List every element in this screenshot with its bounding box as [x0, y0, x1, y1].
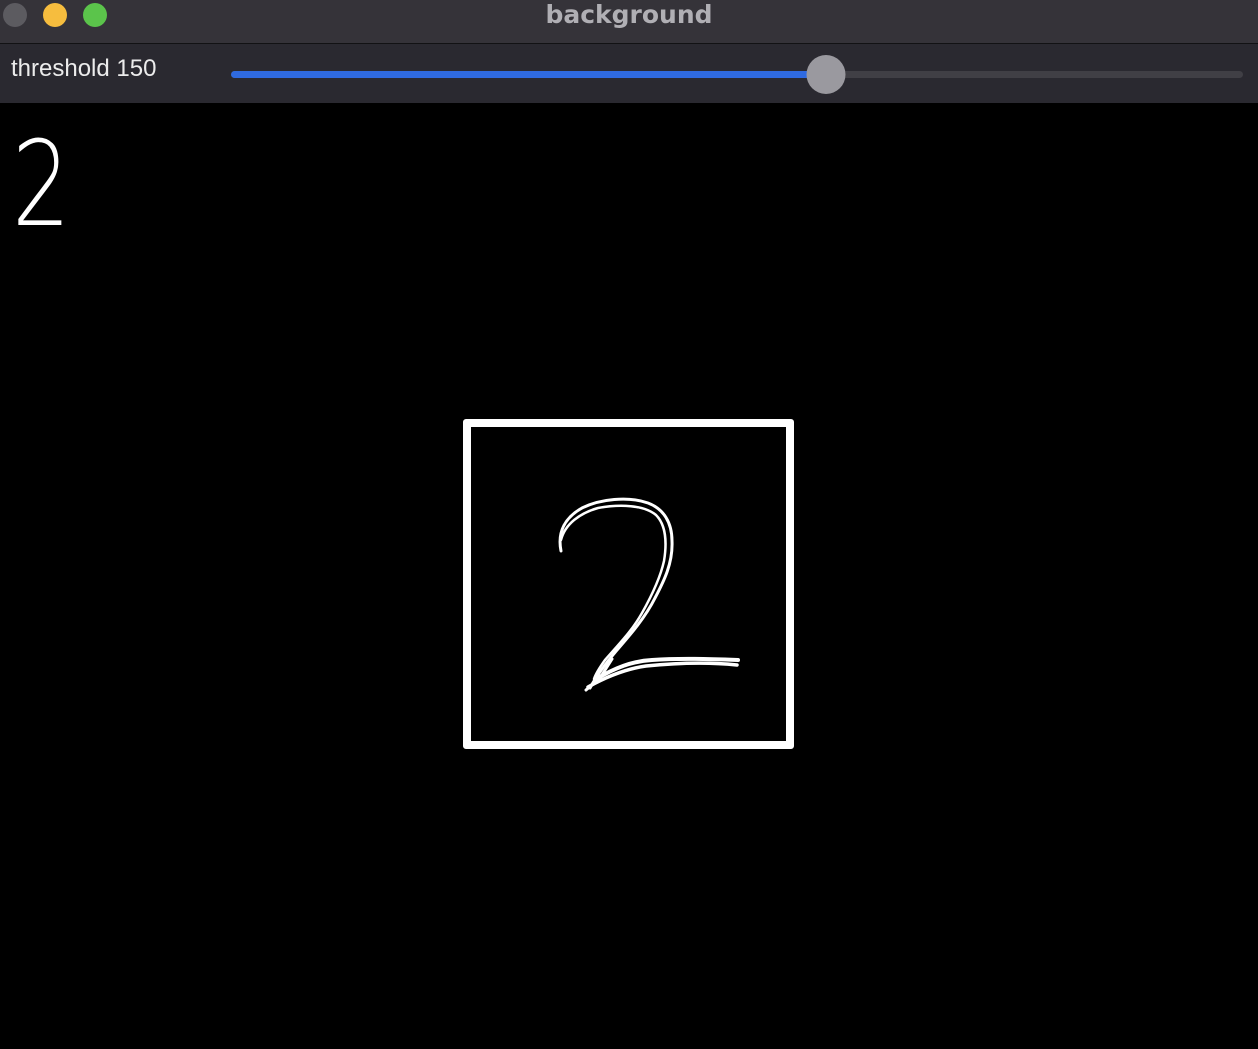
threshold-label: threshold 150	[11, 55, 157, 82]
slider-thumb[interactable]	[806, 55, 846, 94]
title-bar[interactable]: background	[0, 0, 1258, 44]
digit-stroke-base-lower	[586, 661, 739, 689]
threshold-slider[interactable]	[231, 55, 1243, 94]
handwritten-digit-2-drawing	[558, 497, 740, 692]
slider-fill	[231, 71, 827, 78]
image-canvas: 2	[0, 103, 1258, 1049]
window-title: background	[545, 0, 713, 29]
app-window: background threshold 150 2	[0, 0, 1258, 1049]
trackbar-panel: threshold 150	[0, 44, 1258, 103]
